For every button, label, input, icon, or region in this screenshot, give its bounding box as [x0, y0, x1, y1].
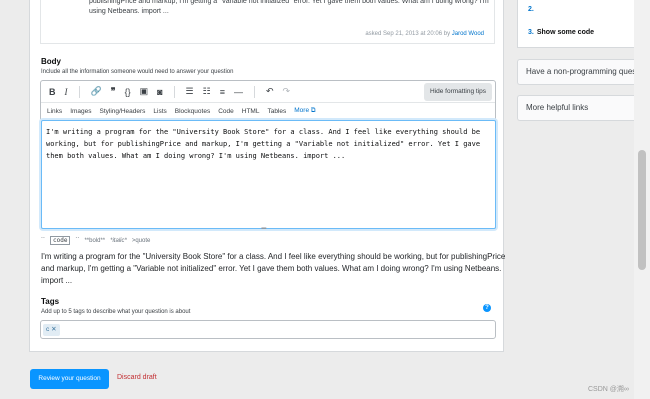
tab-tables[interactable]: Tables — [267, 108, 286, 115]
toolbar-divider — [173, 85, 175, 98]
external-link-icon: ⧉ — [310, 107, 316, 114]
horizontal-rule-icon[interactable]: ― — [234, 87, 243, 97]
toolbar-divider — [253, 85, 255, 98]
tag-chip[interactable]: c ✕ — [43, 324, 60, 336]
bold-icon[interactable]: B — [49, 87, 56, 97]
undo-icon[interactable]: ↶ — [266, 86, 274, 97]
redo-icon[interactable]: ↷ — [283, 86, 291, 97]
scrollbar-thumb[interactable] — [638, 150, 646, 270]
review-question-button[interactable]: Review your question — [30, 369, 109, 389]
body-textarea[interactable]: I'm writing a program for the "Universit… — [41, 120, 496, 229]
formatting-hints: `` code `` **bold** *italic* >quote — [41, 236, 151, 245]
hint-quote: >quote — [131, 237, 151, 244]
ask-question-card: publishingPrice and markup, I'm getting … — [29, 0, 506, 352]
hide-formatting-tips-button[interactable]: Hide formatting tips — [424, 83, 492, 101]
helpful-links-card[interactable]: More helpful links — [517, 95, 634, 121]
code-icon[interactable]: {} — [125, 87, 131, 97]
tab-more[interactable]: More ⧉ — [294, 107, 315, 115]
asked-user-link[interactable]: Jarod Wood — [452, 31, 484, 37]
hint-italic: *italic* — [110, 237, 127, 244]
hint-bold: **bold** — [84, 237, 106, 244]
toolbar-divider — [78, 85, 80, 98]
page: publishingPrice and markup, I'm getting … — [0, 0, 650, 399]
bulleted-list-icon[interactable]: ☷ — [203, 86, 211, 97]
editor-toolbar: B I 🔗 ❞ {} ▣ ◙ ☰ ☷ ≡ ― ↶ ↷ Hide formatti… — [41, 81, 495, 103]
body-label: Body — [41, 57, 61, 66]
body-description: Include all the information someone woul… — [41, 69, 234, 75]
tab-styling-headers[interactable]: Styling/Headers — [100, 108, 146, 115]
tab-html[interactable]: HTML — [242, 108, 260, 115]
scrollbar[interactable] — [634, 0, 650, 399]
tab-blockquotes[interactable]: Blockquotes — [175, 108, 210, 115]
body-editor: B I 🔗 ❞ {} ▣ ◙ ☰ ☷ ≡ ― ↶ ↷ Hide formatti… — [40, 80, 496, 232]
hint-code: code — [50, 236, 71, 245]
italic-icon[interactable]: I — [65, 87, 68, 97]
previous-question-text: publishingPrice and markup, I'm getting … — [89, 0, 489, 15]
watermark: CSDN @溯∞ — [588, 386, 629, 393]
tags-description: Add up to 5 tags to describe what your q… — [41, 309, 191, 315]
link-icon[interactable]: 🔗 — [91, 86, 102, 97]
help-icon[interactable]: ? — [483, 304, 491, 312]
image-icon[interactable]: ▣ — [140, 86, 149, 97]
body-preview: I'm writing a program for the "Universit… — [41, 252, 506, 285]
step-3: 3. Show some code — [528, 29, 595, 36]
tab-lists[interactable]: Lists — [153, 108, 166, 115]
numbered-list-icon[interactable]: ☰ — [186, 86, 194, 97]
asked-date: asked Sep 21, 2013 at 20:06 by — [365, 31, 451, 37]
tab-links[interactable]: Links — [47, 108, 62, 115]
tags-label: Tags — [41, 297, 60, 306]
heading-icon[interactable]: ≡ — [220, 87, 225, 97]
non-programming-card[interactable]: Have a non-programming question? — [517, 59, 634, 85]
formatting-tabs: Links Images Styling/Headers Lists Block… — [41, 103, 495, 120]
discard-draft-button[interactable]: Discard draft — [117, 374, 157, 381]
snippet-icon[interactable]: ◙ — [157, 87, 162, 97]
tab-code[interactable]: Code — [218, 108, 234, 115]
step-2: 2. — [528, 6, 534, 13]
remove-tag-icon[interactable]: ✕ — [51, 326, 56, 333]
asked-info: asked Sep 21, 2013 at 20:06 by Jarod Woo… — [365, 31, 484, 37]
previous-question-preview: publishingPrice and markup, I'm getting … — [40, 0, 495, 44]
steps-card: 2. 3. Show some code — [517, 0, 634, 48]
blockquote-icon[interactable]: ❞ — [111, 86, 116, 97]
tab-images[interactable]: Images — [70, 108, 91, 115]
resize-grip-icon[interactable]: ▪▪▪▪ — [261, 226, 266, 232]
tags-input[interactable]: c ✕ — [40, 320, 496, 339]
